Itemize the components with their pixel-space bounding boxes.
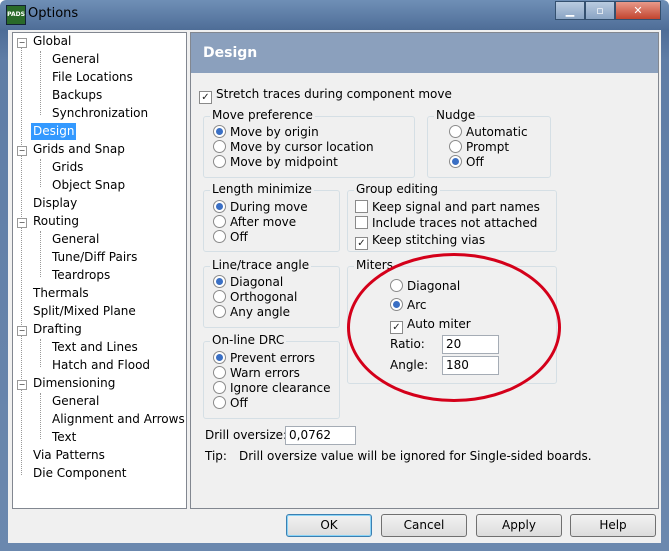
options-window: PADS Options ▁ ▫ ✕ − Global General File… (0, 0, 669, 551)
tree-item-general[interactable]: General (52, 51, 99, 68)
radio-label: Prevent errors (230, 351, 315, 365)
warn-errors-radio[interactable]: Warn errors (213, 366, 300, 381)
group-editing-title: Group editing (354, 182, 440, 196)
radio-label: Automatic (466, 125, 528, 139)
ok-button[interactable]: OK (286, 514, 372, 537)
online-drc-title: On-line DRC (210, 333, 287, 347)
collapse-icon[interactable]: − (17, 218, 27, 228)
tree-item-thermals[interactable]: Thermals (33, 285, 89, 302)
move-by-cursor-radio[interactable]: Move by cursor location (213, 140, 374, 155)
minimize-icon[interactable]: ▁ (555, 1, 585, 20)
tree-item-text[interactable]: Text (52, 429, 76, 446)
tree-item-dimensioning-general[interactable]: General (52, 393, 99, 410)
stretch-traces-checkbox[interactable]: ✓ Stretch traces during component move (199, 87, 452, 104)
nudge-automatic-radio[interactable]: Automatic (449, 125, 528, 140)
apply-button[interactable]: Apply (476, 514, 562, 537)
tree-item-text-and-lines[interactable]: Text and Lines (52, 339, 138, 356)
length-minimize-title: Length minimize (210, 182, 314, 196)
drill-oversize-label: Drill oversize: (205, 428, 288, 442)
tree-item-file-locations[interactable]: File Locations (52, 69, 133, 86)
tree-item-display[interactable]: Display (33, 195, 77, 212)
stretch-traces-label: Stretch traces during component move (216, 87, 452, 101)
prevent-errors-radio[interactable]: Prevent errors (213, 351, 315, 366)
radio-label: Diagonal (230, 275, 284, 289)
move-by-origin-radio[interactable]: Move by origin (213, 125, 319, 140)
tree-item-teardrops[interactable]: Teardrops (52, 267, 110, 284)
checkbox-label: Keep stitching vias (372, 233, 486, 247)
length-off-radio[interactable]: Off (213, 230, 248, 245)
collapse-icon[interactable]: − (17, 326, 27, 336)
tree-item-grids[interactable]: Grids (52, 159, 83, 176)
collapse-icon[interactable]: − (17, 380, 27, 390)
radio-label: During move (230, 200, 308, 214)
line-trace-angle-title: Line/trace angle (210, 258, 312, 272)
tree-item-dimensioning[interactable]: Dimensioning (33, 375, 115, 392)
radio-label: Move by midpoint (230, 155, 338, 169)
close-icon[interactable]: ✕ (615, 1, 661, 20)
checkbox-label: Include traces not attached (372, 216, 538, 230)
cancel-button[interactable]: Cancel (381, 514, 467, 537)
annotation-ellipse (347, 253, 561, 402)
radio-label: Off (230, 396, 248, 410)
radio-label: Off (466, 155, 484, 169)
drill-oversize-input[interactable]: 0,0762 (285, 426, 356, 445)
tree-item-tune-diff-pairs[interactable]: Tune/Diff Pairs (52, 249, 137, 266)
tree-item-synchronization[interactable]: Synchronization (52, 105, 148, 122)
radio-label: Warn errors (230, 366, 300, 380)
keep-stitching-vias-checkbox[interactable]: ✓ Keep stitching vias (355, 233, 486, 250)
panel-title: Design (203, 45, 258, 61)
tree-item-routing-general[interactable]: General (52, 231, 99, 248)
nudge-prompt-radio[interactable]: Prompt (449, 140, 509, 155)
title-bar: PADS Options ▁ ▫ ✕ (0, 0, 669, 30)
tip-text: Drill oversize value will be ignored for… (239, 449, 592, 463)
move-preference-title: Move preference (210, 108, 315, 122)
tree-item-design[interactable]: Design (31, 123, 77, 140)
after-move-radio[interactable]: After move (213, 215, 296, 230)
angle-orthogonal-radio[interactable]: Orthogonal (213, 290, 297, 305)
tip-label: Tip: (205, 449, 227, 463)
panel-header: Design (191, 33, 658, 73)
checkbox-label: Keep signal and part names (372, 200, 540, 214)
tree-item-drafting[interactable]: Drafting (33, 321, 82, 338)
include-traces-checkbox[interactable]: Include traces not attached (355, 216, 537, 231)
radio-label: Move by cursor location (230, 140, 374, 154)
radio-label: After move (230, 215, 297, 229)
nudge-off-radio[interactable]: Off (449, 155, 484, 170)
tree-item-global[interactable]: Global (33, 33, 71, 50)
window-title: Options (28, 6, 79, 21)
tree-item-hatch-and-flood[interactable]: Hatch and Flood (52, 357, 150, 374)
ignore-clearance-radio[interactable]: Ignore clearance (213, 381, 331, 396)
radio-label: Any angle (230, 305, 291, 319)
keep-signal-names-checkbox[interactable]: Keep signal and part names (355, 200, 540, 215)
help-button[interactable]: Help (570, 514, 656, 537)
tree-item-alignment-and-arrows[interactable]: Alignment and Arrows (52, 411, 185, 428)
maximize-icon[interactable]: ▫ (585, 1, 615, 20)
dialog-client: − Global General File Locations Backups … (8, 30, 661, 543)
tree-item-grids-and-snap[interactable]: Grids and Snap (33, 141, 125, 158)
collapse-icon[interactable]: − (17, 146, 27, 156)
move-by-midpoint-radio[interactable]: Move by midpoint (213, 155, 338, 170)
tree-item-via-patterns[interactable]: Via Patterns (33, 447, 105, 464)
during-move-radio[interactable]: During move (213, 200, 308, 215)
radio-label: Move by origin (230, 125, 319, 139)
tree-item-split-mixed-plane[interactable]: Split/Mixed Plane (33, 303, 136, 320)
tree-item-object-snap[interactable]: Object Snap (52, 177, 125, 194)
angle-diagonal-radio[interactable]: Diagonal (213, 275, 283, 290)
radio-label: Orthogonal (230, 290, 298, 304)
pads-logo-icon: PADS (6, 5, 26, 25)
tree-item-die-component[interactable]: Die Component (33, 465, 126, 482)
tree-item-backups[interactable]: Backups (52, 87, 102, 104)
radio-label: Off (230, 230, 248, 244)
category-tree[interactable]: − Global General File Locations Backups … (12, 32, 187, 509)
nudge-title: Nudge (434, 108, 478, 122)
collapse-icon[interactable]: − (17, 38, 27, 48)
tree-item-routing[interactable]: Routing (33, 213, 79, 230)
angle-any-radio[interactable]: Any angle (213, 305, 290, 320)
radio-label: Prompt (466, 140, 510, 154)
drc-off-radio[interactable]: Off (213, 396, 248, 411)
radio-label: Ignore clearance (230, 381, 331, 395)
